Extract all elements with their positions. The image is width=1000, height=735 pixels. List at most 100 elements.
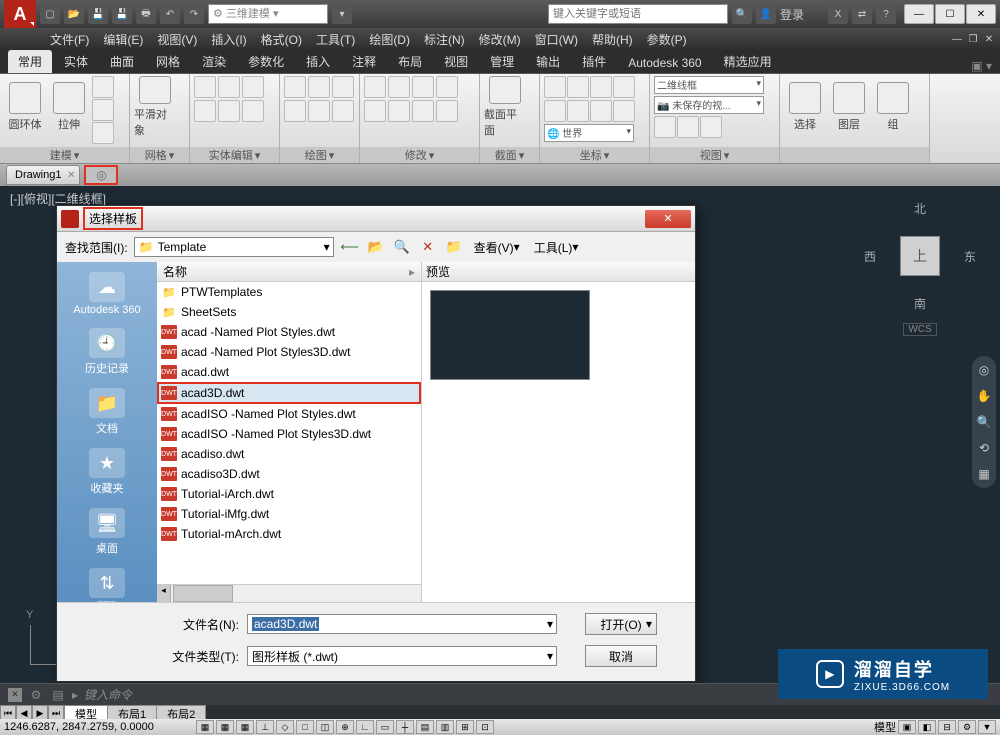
ucs-tool-icon[interactable] (590, 100, 612, 122)
views-dropdown[interactable]: 查看(V) ▾ (470, 239, 524, 256)
file-row[interactable]: DWTacad3D.dwt (157, 382, 421, 404)
newfolder-icon[interactable]: 📁 (444, 237, 464, 257)
modify-tool-icon[interactable] (412, 76, 434, 98)
draw-tool-icon[interactable] (332, 100, 354, 122)
view-tool-icon[interactable] (654, 116, 676, 138)
pan-icon[interactable]: ✋ (976, 388, 992, 404)
menu-dimension[interactable]: 标注(N) (424, 31, 465, 48)
search-web-icon[interactable]: 🔍 (392, 237, 412, 257)
minimize-button[interactable]: — (904, 4, 934, 24)
view-tool-icon[interactable] (677, 116, 699, 138)
draw-tool-icon[interactable] (284, 76, 306, 98)
open-icon[interactable]: 📂 (64, 4, 84, 24)
login-icon[interactable]: 👤 (756, 4, 776, 24)
status-toggle-icon[interactable]: ◇ (276, 720, 294, 734)
dialog-close-button[interactable]: ✕ (645, 210, 691, 228)
qat-more-icon[interactable]: ▾ (332, 4, 352, 24)
zoom-icon[interactable]: 🔍 (976, 414, 992, 430)
draw-tool-icon[interactable] (308, 76, 330, 98)
solidedit-tool-icon[interactable] (194, 76, 216, 98)
status-toggle-icon[interactable]: ∟ (356, 720, 374, 734)
file-row[interactable]: DWTacad -Named Plot Styles3D.dwt (157, 342, 421, 362)
ucs-tool-icon[interactable] (613, 76, 635, 98)
extrude-button[interactable]: 拉伸 (48, 76, 90, 138)
tools-dropdown[interactable]: 工具(L) ▾ (530, 239, 583, 256)
close-button[interactable]: ✕ (966, 4, 996, 24)
ribbon-tab-layout[interactable]: 布局 (388, 50, 432, 73)
ucs-tool-icon[interactable] (590, 76, 612, 98)
ribbon-collapse-icon[interactable]: ▣ ▾ (971, 59, 992, 73)
modeling-tool-icon[interactable] (92, 76, 114, 98)
status-tray-icon[interactable]: ⚙ (958, 720, 976, 734)
status-toggle-icon[interactable]: □ (296, 720, 314, 734)
ribbon-tab-output[interactable]: 输出 (526, 50, 570, 73)
menu-edit[interactable]: 编辑(E) (103, 31, 143, 48)
menu-help[interactable]: 帮助(H) (592, 31, 633, 48)
cmdline-customize-icon[interactable]: ⚙ (28, 687, 44, 703)
ribbon-tab-solid[interactable]: 实体 (54, 50, 98, 73)
visualstyle-dropdown[interactable]: 二维线框 (654, 76, 764, 94)
workspace-dropdown[interactable]: ⚙ 三维建模 ▾ (208, 4, 328, 24)
viewcube-east[interactable]: 东 (964, 248, 976, 265)
layers-button[interactable]: 图层 (828, 76, 870, 138)
undo-icon[interactable]: ↶ (160, 4, 180, 24)
status-toggle-icon[interactable]: ▤ (416, 720, 434, 734)
places-item[interactable]: 🖥桌面 (57, 504, 157, 564)
cancel-button[interactable]: 取消 (585, 645, 657, 667)
modify-tool-icon[interactable] (388, 76, 410, 98)
new-icon[interactable]: ▢ (40, 4, 60, 24)
stayconnected-icon[interactable]: ⇄ (852, 4, 872, 24)
ribbon-tab-surface[interactable]: 曲面 (100, 50, 144, 73)
solidedit-tool-icon[interactable] (194, 100, 216, 122)
back-icon[interactable]: ⟵ (340, 237, 360, 257)
showmotion-icon[interactable]: ▦ (976, 466, 992, 482)
filename-input[interactable]: acad3D.dwt (247, 614, 557, 634)
file-row[interactable]: DWTTutorial-iArch.dwt (157, 484, 421, 504)
orbit-icon[interactable]: ⟲ (976, 440, 992, 456)
smooth-button[interactable]: 平滑对象 (134, 76, 176, 138)
status-tray-icon[interactable]: ◧ (918, 720, 936, 734)
ribbon-tab-render[interactable]: 渲染 (192, 50, 236, 73)
solidedit-tool-icon[interactable] (242, 76, 264, 98)
new-document-tab[interactable]: ◎ (84, 165, 118, 185)
modify-tool-icon[interactable] (436, 76, 458, 98)
view-cube[interactable]: 北 南 西 东 上 WCS (870, 206, 970, 306)
modify-tool-icon[interactable] (412, 100, 434, 122)
status-toggle-icon[interactable]: ▭ (376, 720, 394, 734)
login-label[interactable]: 登录 (780, 6, 804, 23)
viewcube-south[interactable]: 南 (914, 295, 926, 312)
ucs-tool-icon[interactable] (544, 100, 566, 122)
places-item[interactable]: ⇅FTP (57, 564, 157, 602)
dialog-titlebar[interactable]: 选择样板 ✕ (57, 206, 695, 232)
modify-tool-icon[interactable] (364, 76, 386, 98)
menu-param[interactable]: 参数(P) (647, 31, 687, 48)
help-icon[interactable]: ? (876, 4, 896, 24)
modeling-tool-icon[interactable] (92, 99, 114, 121)
filetype-dropdown[interactable]: 图形样板 (*.dwt) (247, 646, 557, 666)
mdi-restore-icon[interactable]: ❐ (966, 32, 980, 46)
redo-icon[interactable]: ↷ (184, 4, 204, 24)
save-icon[interactable]: 💾 (88, 4, 108, 24)
menu-view[interactable]: 视图(V) (157, 31, 197, 48)
menu-format[interactable]: 格式(O) (261, 31, 302, 48)
cmdline-recent-icon[interactable]: ▤ (50, 687, 66, 703)
ribbon-tab-view[interactable]: 视图 (434, 50, 478, 73)
ribbon-tab-featured[interactable]: 精选应用 (714, 50, 782, 73)
menu-window[interactable]: 窗口(W) (535, 31, 578, 48)
status-toggle-icon[interactable]: ⊡ (476, 720, 494, 734)
ribbon-tab-a360[interactable]: Autodesk 360 (618, 53, 711, 73)
file-row[interactable]: 📁SheetSets (157, 302, 421, 322)
lookin-dropdown[interactable]: 📁Template (134, 237, 334, 257)
ribbon-tab-parametric[interactable]: 参数化 (238, 50, 294, 73)
ucs-world-dropdown[interactable]: 🌐 世界 (544, 124, 634, 142)
status-tray-icon[interactable]: ⊟ (938, 720, 956, 734)
open-button[interactable]: 打开(O) (585, 613, 657, 635)
model-space-label[interactable]: 模型 (874, 719, 896, 735)
status-toggle-icon[interactable]: ▦ (216, 720, 234, 734)
places-item[interactable]: ☁Autodesk 360 (57, 268, 157, 324)
wcs-label[interactable]: WCS (903, 323, 936, 336)
menu-tools[interactable]: 工具(T) (316, 31, 355, 48)
menu-draw[interactable]: 绘图(D) (369, 31, 410, 48)
select-button[interactable]: 选择 (784, 76, 826, 138)
solidedit-tool-icon[interactable] (218, 76, 240, 98)
